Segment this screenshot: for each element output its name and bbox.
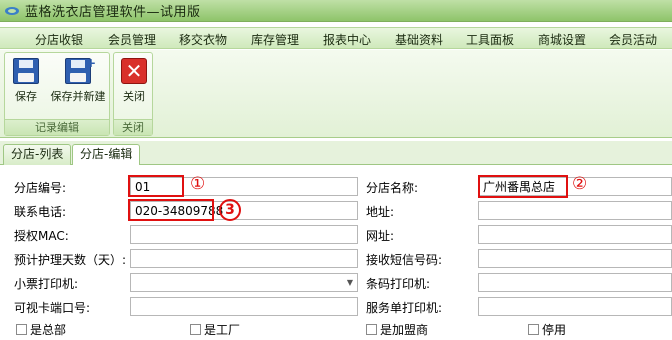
save-new-label: 保存并新建 [50, 90, 106, 103]
annotation-number-two: ② [572, 174, 588, 194]
headquarters-label: 是总部 [30, 323, 67, 337]
annotation-box-store-name [478, 175, 568, 198]
close-button[interactable]: ✕ 关闭 [117, 58, 151, 104]
close-label: 关闭 [123, 90, 145, 103]
barcode-printer-input[interactable] [478, 273, 672, 292]
window-title: 蓝格洗衣店管理软件—试用版 [25, 5, 201, 20]
annotation-box-store-code [128, 175, 184, 197]
barcode-printer-label: 条码打印机: [366, 277, 431, 291]
annotation-box-phone [128, 199, 214, 221]
app-logo-icon [5, 6, 19, 16]
franchise-label: 是加盟商 [380, 323, 429, 337]
menu-bar: 分店收银 会员管理 移交衣物 库存管理 报表中心 基础资料 工具面板 商城设置 … [0, 27, 672, 49]
chevron-down-icon[interactable]: ▼ [347, 275, 353, 291]
address-label: 地址: [366, 205, 395, 219]
disabled-label: 停用 [542, 323, 567, 337]
save-label: 保存 [15, 90, 37, 103]
menu-basic-data[interactable]: 基础资料 [395, 31, 443, 48]
ribbon-group-label: 关闭 [114, 119, 152, 135]
ribbon-group-close: ✕ 关闭 关闭 [113, 52, 153, 136]
franchise-checkbox[interactable]: 是加盟商 [366, 321, 428, 338]
disabled-checkbox[interactable]: 停用 [528, 321, 566, 338]
website-input[interactable] [478, 225, 672, 244]
annotation-number-one: ① [190, 174, 206, 194]
sms-number-label: 接收短信号码: [366, 253, 443, 267]
service-printer-label: 服务单打印机: [366, 301, 443, 315]
save-icon [13, 58, 39, 84]
card-port-label: 可视卡端口号: [14, 301, 91, 315]
ribbon-group-record-edit: 保存 + 保存并新建 记录编辑 [4, 52, 110, 136]
ribbon-group-label: 记录编辑 [5, 119, 109, 135]
store-name-label: 分店名称: [366, 181, 419, 195]
plus-icon: + [85, 56, 96, 70]
save-and-new-button[interactable]: + 保存并新建 [47, 56, 109, 104]
checkbox-box[interactable] [528, 324, 539, 335]
store-edit-form: 分店编号: 01 分店名称: 广州番禺总店 联系电话: 020-34809788… [0, 165, 672, 340]
checkbox-box[interactable] [366, 324, 377, 335]
annotation-number-three: 3 [219, 199, 241, 221]
close-icon: ✕ [121, 58, 147, 84]
menu-store-cashier[interactable]: 分店收银 [35, 31, 83, 48]
address-input[interactable] [478, 201, 672, 220]
save-new-icon: + [65, 56, 96, 84]
mac-label: 授权MAC: [14, 229, 69, 243]
checkbox-box[interactable] [16, 324, 27, 335]
factory-checkbox[interactable]: 是工厂 [190, 321, 240, 338]
factory-label: 是工厂 [204, 323, 241, 337]
store-code-label: 分店编号: [14, 181, 67, 195]
receipt-printer-select[interactable]: ▼ [130, 273, 358, 292]
menu-reports[interactable]: 报表中心 [323, 31, 371, 48]
title-bar: 蓝格洗衣店管理软件—试用版 [0, 0, 672, 22]
headquarters-checkbox[interactable]: 是总部 [16, 321, 66, 338]
menu-tools[interactable]: 工具面板 [466, 31, 514, 48]
phone-label: 联系电话: [14, 205, 67, 219]
menu-mall-settings[interactable]: 商城设置 [538, 31, 586, 48]
ribbon: 保存 + 保存并新建 记录编辑 ✕ 关闭 关闭 [0, 50, 672, 138]
care-days-label: 预计护理天数（天）: [14, 253, 127, 267]
care-days-input[interactable] [130, 249, 358, 268]
tab-store-edit[interactable]: 分店-编辑 [72, 144, 141, 166]
menu-inventory[interactable]: 库存管理 [251, 31, 299, 48]
sms-number-input[interactable] [478, 249, 672, 268]
menu-member-management[interactable]: 会员管理 [108, 31, 156, 48]
tab-store-list[interactable]: 分店-列表 [3, 144, 72, 165]
card-port-input[interactable] [130, 297, 358, 316]
service-printer-input[interactable] [478, 297, 672, 316]
receipt-printer-label: 小票打印机: [14, 277, 79, 291]
checkbox-box[interactable] [190, 324, 201, 335]
website-label: 网址: [366, 229, 395, 243]
save-button[interactable]: 保存 [9, 58, 43, 104]
tab-strip: 分店-列表 分店-编辑 [0, 141, 672, 166]
menu-member-activity[interactable]: 会员活动 [609, 31, 657, 48]
menu-transfer-clothes[interactable]: 移交衣物 [179, 31, 227, 48]
mac-input[interactable] [130, 225, 358, 244]
